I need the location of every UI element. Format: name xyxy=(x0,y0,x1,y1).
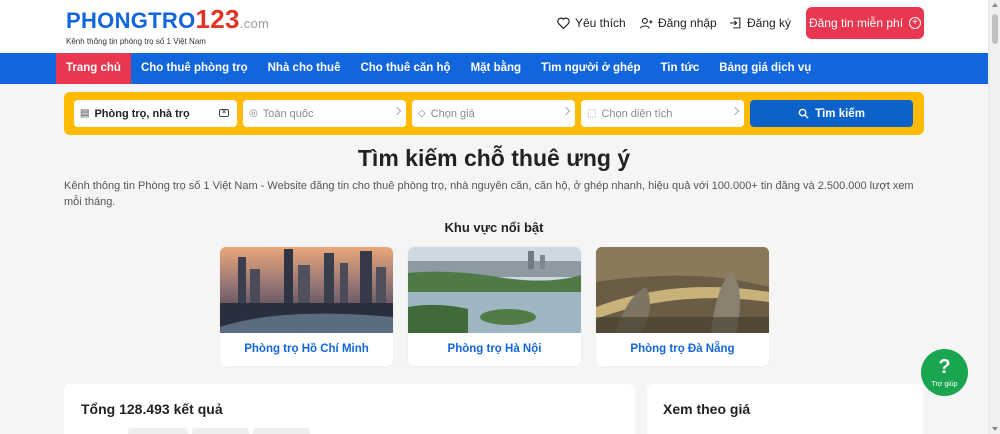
clear-icon[interactable]: × xyxy=(219,109,229,117)
scroll-thumb[interactable] xyxy=(992,14,998,44)
register-label: Đăng ký xyxy=(747,16,792,30)
search-bar: ▤ Phòng trọ, nhà trọ × ◎ Toàn quốc ◇ Chọ… xyxy=(64,92,924,135)
post-listing-label: Đăng tin miễn phí xyxy=(808,16,904,30)
chevron-right-icon xyxy=(730,106,740,116)
region-label-danang: Phòng trọ Đà Nẵng xyxy=(630,343,735,355)
chevron-right-icon xyxy=(392,106,402,116)
results-panel: Tổng 128.493 kết quả xyxy=(64,384,635,434)
register-link[interactable]: Đăng ký xyxy=(729,16,791,30)
region-label-hanoi: Phòng trọ Hà Nội xyxy=(447,343,542,355)
sort-tab[interactable] xyxy=(128,428,188,434)
scroll-down-arrow[interactable] xyxy=(992,427,998,431)
login-label: Đăng nhập xyxy=(658,16,717,30)
logo-text-domain: .com xyxy=(239,16,270,31)
map-pin-icon: ◎ xyxy=(249,108,258,119)
nav-item-home[interactable]: Trang chủ xyxy=(56,53,131,84)
price-filter-panel: Xem theo giá xyxy=(647,384,923,434)
logo-text-number: 123 xyxy=(195,4,240,34)
hcm-city-image xyxy=(220,247,393,333)
featured-regions-title: Khu vực nổi bật xyxy=(444,220,544,235)
nav-item-roommates[interactable]: Tìm người ở ghép xyxy=(531,53,650,84)
sign-in-icon xyxy=(730,17,741,29)
login-link[interactable]: Đăng nhập xyxy=(640,16,717,30)
site-logo[interactable]: PHONGTRO123.com Kênh thông tin phòng trọ… xyxy=(66,6,270,46)
page-scrollbar[interactable] xyxy=(988,0,1000,434)
help-button[interactable]: ? Trợ giúp xyxy=(921,349,968,396)
category-value: Phòng trọ, nhà trọ xyxy=(94,107,190,120)
site-header: PHONGTRO123.com Kênh thông tin phòng trọ… xyxy=(0,0,988,53)
region-card-hcm[interactable]: Phòng trọ Hồ Chí Minh xyxy=(220,247,393,366)
search-button-label: Tìm kiếm xyxy=(815,107,865,120)
plus-circle-icon: + xyxy=(909,17,922,29)
price-value: Chọn giá xyxy=(430,107,475,120)
nav-item-pricing[interactable]: Bảng giá dịch vụ xyxy=(709,53,821,84)
nav-item-apartments[interactable]: Cho thuê căn hộ xyxy=(350,53,460,84)
sort-tab[interactable] xyxy=(253,428,310,434)
price-filter-title: Xem theo giá xyxy=(663,401,751,417)
favorite-label: Yêu thích xyxy=(575,16,626,30)
area-icon: ⬚ xyxy=(587,108,597,119)
search-icon xyxy=(798,108,809,119)
heart-icon xyxy=(557,17,570,29)
hanoi-lake-image xyxy=(408,247,581,333)
nav-item-premises[interactable]: Mặt bằng xyxy=(461,53,531,84)
search-button[interactable]: Tìm kiếm xyxy=(750,100,913,127)
page-title: Tìm kiếm chỗ thuê ưng ý xyxy=(357,145,631,171)
tag-icon: ◇ xyxy=(418,108,426,119)
sort-tab[interactable] xyxy=(192,428,249,434)
favorite-link[interactable]: Yêu thích xyxy=(557,16,626,30)
help-label: Trợ giúp xyxy=(931,381,958,388)
logo-tagline: Kênh thông tin phòng trọ số 1 Việt Nam xyxy=(66,37,206,46)
user-plus-icon xyxy=(640,17,653,29)
region-label-hcm: Phòng trọ Hồ Chí Minh xyxy=(244,343,369,355)
result-count: Tổng 128.493 kết quả xyxy=(81,401,223,417)
page-description: Kênh thông tin Phòng trọ số 1 Việt Nam -… xyxy=(64,180,914,208)
location-value: Toàn quốc xyxy=(262,107,314,120)
region-card-hanoi[interactable]: Phòng trọ Hà Nội xyxy=(408,247,581,366)
building-icon: ▤ xyxy=(80,108,90,119)
post-listing-button[interactable]: Đăng tin miễn phí + xyxy=(806,7,924,39)
danang-bridge-image xyxy=(596,247,769,333)
nav-item-news[interactable]: Tin tức xyxy=(650,53,709,84)
nav-item-rooms[interactable]: Cho thuê phòng trọ xyxy=(131,53,258,84)
area-value: Chọn diện tích xyxy=(601,107,673,120)
location-select[interactable]: ◎ Toàn quốc xyxy=(243,100,406,127)
chevron-right-icon xyxy=(561,106,571,116)
question-icon: ? xyxy=(938,356,951,378)
nav-item-houses[interactable]: Nhà cho thuê xyxy=(258,53,351,84)
category-select[interactable]: ▤ Phòng trọ, nhà trọ × xyxy=(74,100,237,127)
logo-text-main: PHONGTRO xyxy=(66,8,196,33)
scroll-up-arrow[interactable] xyxy=(992,3,998,7)
main-navigation: Trang chủ Cho thuê phòng trọ Nhà cho thu… xyxy=(0,53,988,84)
region-card-danang[interactable]: Phòng trọ Đà Nẵng xyxy=(596,247,769,366)
area-select[interactable]: ⬚ Chọn diện tích xyxy=(581,100,744,127)
price-select[interactable]: ◇ Chọn giá xyxy=(412,100,575,127)
